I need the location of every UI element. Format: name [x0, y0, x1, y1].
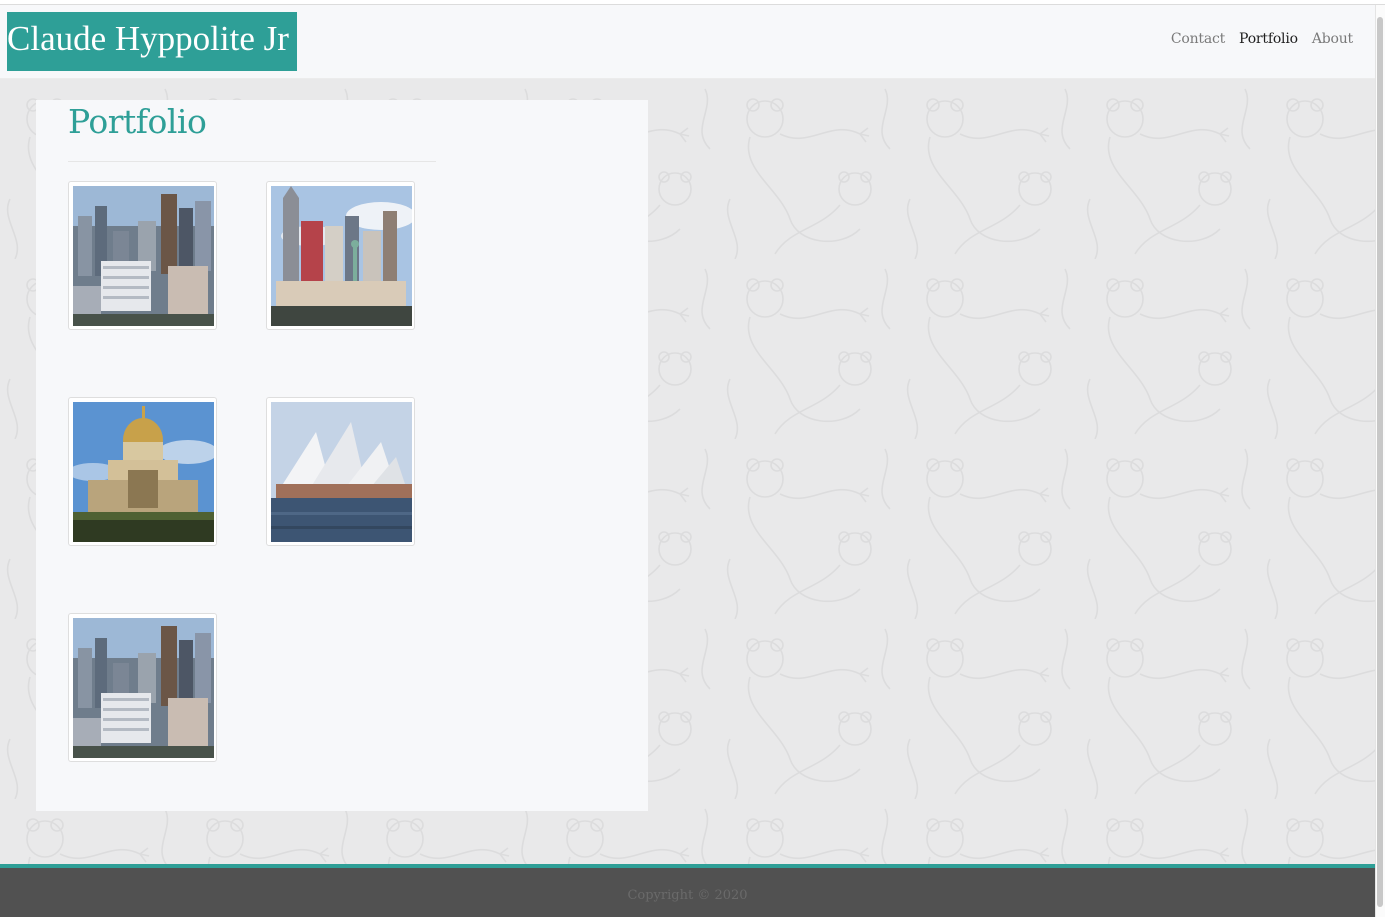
- site-footer: Copyright © 2020: [0, 864, 1375, 917]
- page-title: Portfolio: [68, 102, 207, 141]
- main-nav: Contact Portfolio About: [1171, 31, 1353, 47]
- portfolio-panel: Portfolio: [36, 100, 648, 811]
- vertical-scrollbar[interactable]: [1375, 5, 1385, 917]
- copyright-text: Copyright © 2020: [627, 888, 748, 903]
- nav-link-contact[interactable]: Contact: [1171, 31, 1225, 47]
- top-navbar: Claude Hyppolite Jr Contact Portfolio Ab…: [0, 5, 1375, 79]
- portfolio-item-1[interactable]: [68, 181, 217, 330]
- portfolio-item-3[interactable]: [68, 397, 217, 546]
- portfolio-item-2[interactable]: [266, 181, 415, 330]
- site-brand[interactable]: Claude Hyppolite Jr: [7, 12, 297, 71]
- portfolio-item-4[interactable]: [266, 397, 415, 546]
- city-skyline-photo: [73, 186, 214, 326]
- nav-link-about[interactable]: About: [1312, 31, 1353, 47]
- city-skyline-photo: [73, 618, 214, 758]
- sydney-opera-house-photo: [271, 402, 412, 542]
- nav-link-portfolio[interactable]: Portfolio: [1239, 31, 1298, 47]
- new-york-new-york-casino-photo: [271, 186, 412, 326]
- title-divider: [68, 161, 436, 162]
- les-invalides-dome-photo: [73, 402, 214, 542]
- portfolio-item-5[interactable]: [68, 613, 217, 762]
- scrollbar-thumb[interactable]: [1377, 17, 1383, 907]
